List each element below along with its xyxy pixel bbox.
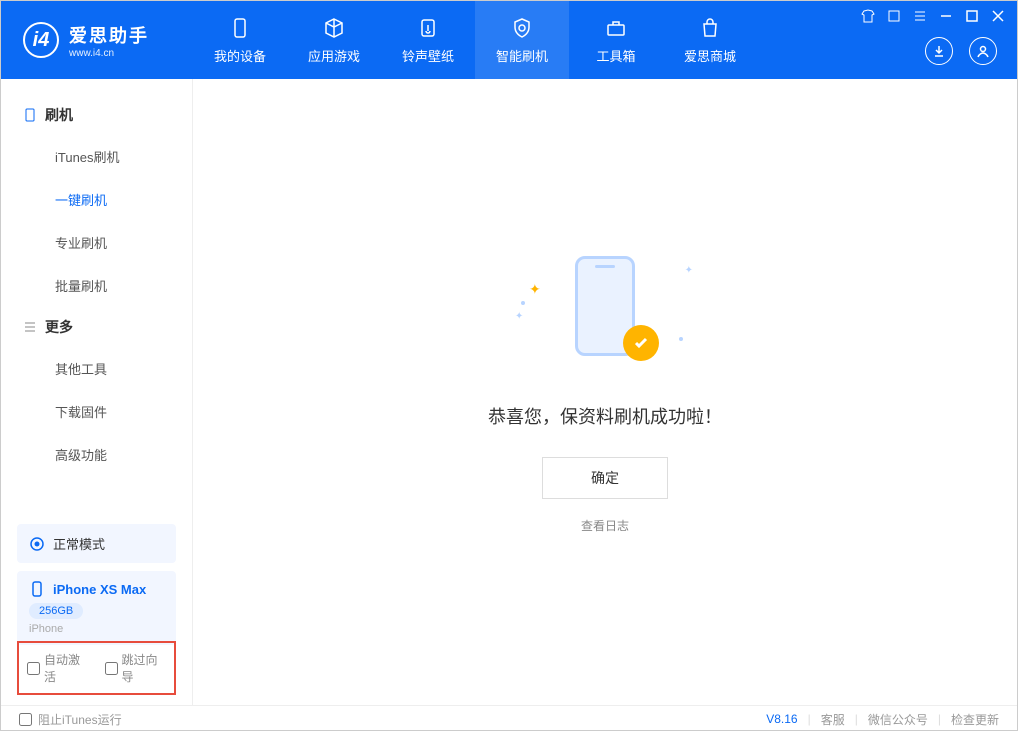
maximize-icon[interactable] xyxy=(965,9,979,23)
mode-icon xyxy=(29,536,45,552)
tab-label: 我的设备 xyxy=(214,46,266,65)
arrow-icon[interactable] xyxy=(887,9,901,23)
tab-ringtones-wallpapers[interactable]: 铃声壁纸 xyxy=(381,1,475,79)
tab-label: 智能刷机 xyxy=(496,46,548,65)
app-name-en: www.i4.cn xyxy=(69,48,149,59)
device-icon xyxy=(29,581,45,597)
checkbox-skip-guide[interactable]: 跳过向导 xyxy=(105,651,167,685)
toolbox-icon xyxy=(604,16,628,40)
tab-label: 应用游戏 xyxy=(308,46,360,65)
dot-icon xyxy=(521,301,525,305)
support-link[interactable]: 客服 xyxy=(821,711,845,728)
cube-icon xyxy=(322,16,346,40)
bag-icon xyxy=(698,16,722,40)
tab-label: 爱思商城 xyxy=(684,46,736,65)
sparkle-icon: ✦ xyxy=(529,281,541,298)
mode-label: 正常模式 xyxy=(53,534,105,553)
tab-label: 工具箱 xyxy=(596,46,635,65)
success-message: 恭喜您，保资料刷机成功啦！ xyxy=(488,403,722,429)
phone-icon xyxy=(228,16,252,40)
checkbox-label: 跳过向导 xyxy=(122,651,167,685)
sparkle-icon: ✦ xyxy=(515,311,523,322)
menu-icon[interactable] xyxy=(913,9,927,23)
device-name: iPhone XS Max xyxy=(53,582,146,597)
logo-area: i4 爱思助手 www.i4.cn xyxy=(1,1,193,79)
success-illustration: ✦ ✦ ✦ xyxy=(545,251,665,371)
sidebar-item-itunes-flash[interactable]: iTunes刷机 xyxy=(1,135,192,178)
body-area: 刷机 iTunes刷机 一键刷机 专业刷机 批量刷机 更多 其他工具 下载固件 … xyxy=(1,79,1017,705)
checkbox-input[interactable] xyxy=(27,662,40,675)
download-icon[interactable] xyxy=(925,37,953,65)
device-storage-badge: 256GB xyxy=(29,603,83,619)
sidebar-section-more: 更多 xyxy=(1,307,192,347)
tab-smart-flash[interactable]: 智能刷机 xyxy=(475,1,569,79)
refresh-shield-icon xyxy=(510,16,534,40)
user-icon[interactable] xyxy=(969,37,997,65)
mode-box[interactable]: 正常模式 xyxy=(17,524,176,563)
list-icon xyxy=(23,320,37,334)
checkbox-input[interactable] xyxy=(19,713,32,726)
header-right-icons xyxy=(925,37,997,65)
section-title: 更多 xyxy=(45,317,73,337)
tab-label: 铃声壁纸 xyxy=(402,46,454,65)
checkbox-prevent-itunes[interactable]: 阻止iTunes运行 xyxy=(19,711,122,728)
wechat-link[interactable]: 微信公众号 xyxy=(868,711,928,728)
sidebar: 刷机 iTunes刷机 一键刷机 专业刷机 批量刷机 更多 其他工具 下载固件 … xyxy=(1,79,193,705)
minimize-icon[interactable] xyxy=(939,9,953,23)
tab-toolbox[interactable]: 工具箱 xyxy=(569,1,663,79)
dot-icon xyxy=(679,337,683,341)
sparkle-icon: ✦ xyxy=(685,265,693,276)
check-update-link[interactable]: 检查更新 xyxy=(951,711,999,728)
logo-text: 爱思助手 www.i4.cn xyxy=(69,22,149,59)
check-badge-icon xyxy=(623,325,659,361)
sidebar-section-flash: 刷机 xyxy=(1,95,192,135)
version-label: V8.16 xyxy=(766,712,797,726)
phone-small-icon xyxy=(23,108,37,122)
app-header: i4 爱思助手 www.i4.cn 我的设备 应用游戏 铃声壁纸 智能刷机 工具… xyxy=(1,1,1017,79)
device-type: iPhone xyxy=(29,623,164,635)
logo-icon: i4 xyxy=(23,22,59,58)
tab-store[interactable]: 爱思商城 xyxy=(663,1,757,79)
sidebar-item-advanced[interactable]: 高级功能 xyxy=(1,433,192,476)
tab-apps-games[interactable]: 应用游戏 xyxy=(287,1,381,79)
view-log-link[interactable]: 查看日志 xyxy=(581,517,629,534)
shirt-icon[interactable] xyxy=(861,9,875,23)
section-title: 刷机 xyxy=(45,105,73,125)
main-content: ✦ ✦ ✦ 恭喜您，保资料刷机成功啦！ 确定 查看日志 xyxy=(193,79,1017,705)
sidebar-item-pro-flash[interactable]: 专业刷机 xyxy=(1,221,192,264)
close-icon[interactable] xyxy=(991,9,1005,23)
checkbox-auto-activate[interactable]: 自动激活 xyxy=(27,651,89,685)
device-box[interactable]: iPhone XS Max 256GB iPhone xyxy=(17,571,176,645)
ok-button[interactable]: 确定 xyxy=(542,457,668,499)
sidebar-item-batch-flash[interactable]: 批量刷机 xyxy=(1,264,192,307)
checkbox-label: 阻止iTunes运行 xyxy=(38,711,122,728)
sidebar-item-oneclick-flash[interactable]: 一键刷机 xyxy=(1,178,192,221)
footer: 阻止iTunes运行 V8.16 | 客服 | 微信公众号 | 检查更新 xyxy=(1,705,1017,732)
tab-my-device[interactable]: 我的设备 xyxy=(193,1,287,79)
sidebar-item-download-firmware[interactable]: 下载固件 xyxy=(1,390,192,433)
checkbox-input[interactable] xyxy=(105,662,118,675)
app-name-cn: 爱思助手 xyxy=(69,22,149,48)
highlighted-checkbox-row: 自动激活 跳过向导 xyxy=(17,641,176,695)
sidebar-item-other-tools[interactable]: 其他工具 xyxy=(1,347,192,390)
window-controls xyxy=(861,9,1005,23)
checkbox-label: 自动激活 xyxy=(44,651,89,685)
music-note-icon xyxy=(416,16,440,40)
footer-right: V8.16 | 客服 | 微信公众号 | 检查更新 xyxy=(766,711,999,728)
